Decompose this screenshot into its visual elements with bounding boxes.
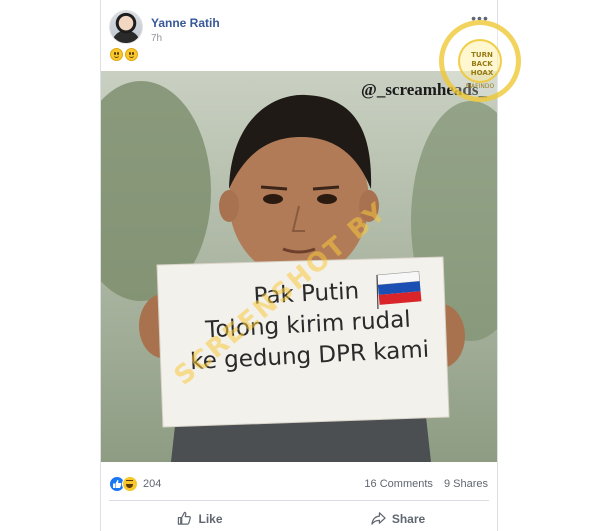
reaction-summary[interactable]: 204 (109, 474, 161, 494)
badge-title: TURN BACK HOAX (470, 51, 494, 77)
action-divider (109, 500, 489, 501)
thumbs-up-icon (178, 511, 192, 525)
like-label: Like (198, 511, 223, 526)
engagement-stats: 16 Comments 9 Shares (364, 478, 488, 490)
author-name[interactable]: Yanne Ratih (151, 16, 220, 30)
post-card: Yanne Ratih 7h ••• @_screamheads_ Pak Pu… (100, 0, 521, 531)
post-actions: Like Share (101, 506, 497, 531)
badge-center: TURN BACK HOAX (458, 39, 502, 83)
shares-count-link[interactable]: 9 Shares (444, 478, 488, 490)
post-header: Yanne Ratih 7h ••• (109, 10, 489, 46)
like-button[interactable]: Like (101, 506, 299, 531)
mafindo-badge-stamp: TURN BACK HOAX MAFINDO (439, 20, 521, 102)
grinning-face-emoji-icon (125, 48, 138, 61)
share-button[interactable]: Share (299, 506, 497, 531)
badge-org: MAFINDO (465, 83, 495, 90)
author-avatar[interactable] (109, 10, 143, 44)
post-image[interactable]: @_screamheads_ Pak Putin Tolong kirim ru… (101, 71, 497, 462)
share-arrow-icon (371, 512, 386, 525)
post-text (110, 48, 138, 62)
comments-count-link[interactable]: 16 Comments (364, 478, 432, 490)
share-label: Share (391, 511, 426, 526)
post-timestamp[interactable]: 7h (151, 33, 162, 44)
hugging-face-emoji-icon (110, 48, 123, 61)
reaction-count: 204 (143, 478, 162, 490)
haha-reaction-icon (122, 476, 138, 492)
